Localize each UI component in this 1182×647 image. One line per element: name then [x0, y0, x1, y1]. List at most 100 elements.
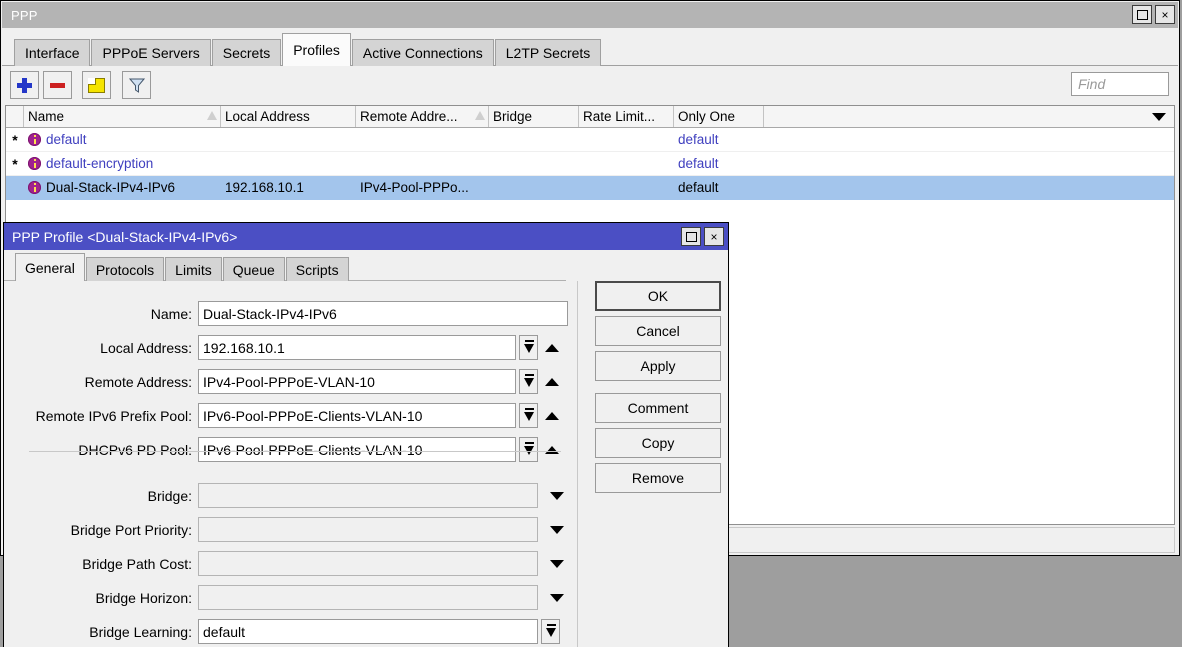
tab-pppoe-servers[interactable]: PPPoE Servers	[91, 39, 210, 66]
bridge-learning-dropdown-button[interactable]	[541, 619, 560, 644]
column-header-flag[interactable]	[6, 106, 24, 127]
field-dhcpv6-pd-pool: DHCPv6 PD Pool: IPv6-Pool-PPPoE-Clients-…	[12, 437, 562, 462]
dialog-title: PPP Profile <Dual-Stack-IPv4-IPv6>	[4, 229, 237, 245]
maximize-icon[interactable]	[681, 227, 701, 246]
remote-address-dropdown-button[interactable]	[519, 369, 538, 394]
general-form: Name: Dual-Stack-IPv4-IPv6 Local Address…	[12, 281, 578, 647]
tab-interface[interactable]: Interface	[14, 39, 90, 66]
column-header-name[interactable]: Name	[24, 106, 221, 127]
dialog-window-controls: ×	[681, 227, 724, 246]
table-row[interactable]: * default default	[6, 128, 1174, 152]
tab-secrets[interactable]: Secrets	[212, 39, 281, 66]
field-bridge-learning-label: Bridge Learning:	[12, 624, 198, 640]
maximize-icon[interactable]	[1132, 5, 1152, 24]
local-address-input[interactable]: 192.168.10.1	[198, 335, 516, 360]
row-spacer	[764, 176, 1174, 199]
bridge-horizon-input[interactable]	[198, 585, 538, 610]
tab-active-connections[interactable]: Active Connections	[352, 39, 494, 66]
field-bridge: Bridge:	[12, 483, 570, 508]
bridge-port-priority-dropdown-button[interactable]	[544, 517, 570, 542]
search-placeholder: Find	[1072, 76, 1105, 92]
field-name: Name: Dual-Stack-IPv4-IPv6	[12, 301, 568, 326]
field-bridge-horizon: Bridge Horizon:	[12, 585, 570, 610]
column-header-remote-address-label: Remote Addre...	[360, 109, 458, 124]
row-only-one: default	[674, 128, 764, 151]
row-bridge	[489, 176, 579, 199]
bridge-horizon-dropdown-button[interactable]	[544, 585, 570, 610]
filter-button[interactable]	[122, 71, 151, 99]
ok-button[interactable]: OK	[595, 281, 721, 311]
copy-button[interactable]: Copy	[595, 428, 721, 458]
search-input[interactable]: Find	[1071, 72, 1169, 96]
row-name-label: default	[46, 132, 87, 147]
remove-button[interactable]	[43, 71, 72, 99]
comment-button[interactable]: Comment	[595, 393, 721, 423]
apply-button[interactable]: Apply	[595, 351, 721, 381]
row-bridge	[489, 128, 579, 151]
bridge-input[interactable]	[198, 483, 538, 508]
field-local-address-label: Local Address:	[12, 340, 198, 356]
column-header-remote-address[interactable]: Remote Addre...	[356, 106, 489, 127]
row-rate-limit	[579, 152, 674, 175]
row-name-label: default-encryption	[46, 156, 153, 171]
comment-button[interactable]	[82, 71, 111, 99]
local-address-expand-icon[interactable]	[542, 335, 562, 360]
column-header-only-one-label: Only One	[678, 109, 735, 124]
dhcpv6-pd-pool-input[interactable]: IPv6-Pool-PPPoE-Clients-VLAN-10	[198, 437, 516, 462]
column-header-bridge[interactable]: Bridge	[489, 106, 579, 127]
column-header-local-address[interactable]: Local Address	[221, 106, 356, 127]
remote-address-expand-icon[interactable]	[542, 369, 562, 394]
bridge-path-cost-input[interactable]	[198, 551, 538, 576]
row-name: default	[24, 128, 221, 151]
bridge-learning-input[interactable]: default	[198, 619, 538, 644]
cancel-button[interactable]: Cancel	[595, 316, 721, 346]
tab-protocols[interactable]: Protocols	[86, 257, 164, 281]
table-row[interactable]: Dual-Stack-IPv4-IPv6 192.168.10.1 IPv4-P…	[6, 176, 1174, 200]
dhcpv6-pd-pool-dropdown-button[interactable]	[519, 437, 538, 462]
form-divider	[29, 451, 561, 452]
close-icon[interactable]: ×	[1155, 5, 1175, 24]
tab-l2tp-secrets[interactable]: L2TP Secrets	[495, 39, 602, 66]
row-only-one: default	[674, 152, 764, 175]
close-icon[interactable]: ×	[704, 227, 724, 246]
row-bridge	[489, 152, 579, 175]
column-header-rate-limit[interactable]: Rate Limit...	[579, 106, 674, 127]
column-header-only-one[interactable]: Only One	[674, 106, 764, 127]
column-header-rate-limit-label: Rate Limit...	[583, 109, 655, 124]
row-remote-address	[356, 128, 489, 151]
local-address-dropdown-button[interactable]	[519, 335, 538, 360]
row-remote-address: IPv4-Pool-PPPo...	[356, 176, 489, 199]
column-chooser-button[interactable]	[1140, 106, 1174, 127]
minus-icon	[50, 83, 65, 88]
remote-ipv6-prefix-pool-input[interactable]: IPv6-Pool-PPPoE-Clients-VLAN-10	[198, 403, 516, 428]
tab-queue[interactable]: Queue	[223, 257, 285, 281]
field-remote-address-label: Remote Address:	[12, 374, 198, 390]
ppp-tab-bar: Interface PPPoE Servers Secrets Profiles…	[2, 29, 1178, 66]
bridge-port-priority-input[interactable]	[198, 517, 538, 542]
row-name-label: Dual-Stack-IPv4-IPv6	[46, 180, 175, 195]
tab-limits[interactable]: Limits	[165, 257, 222, 281]
bridge-dropdown-button[interactable]	[544, 483, 570, 508]
remove-button[interactable]: Remove	[595, 463, 721, 493]
table-row[interactable]: * default-encryption default	[6, 152, 1174, 176]
tab-profiles[interactable]: Profiles	[282, 33, 351, 66]
info-icon	[28, 133, 41, 146]
field-bridge-path-cost-label: Bridge Path Cost:	[12, 556, 198, 572]
field-remote-address: Remote Address: IPv4-Pool-PPPoE-VLAN-10	[12, 369, 562, 394]
name-input[interactable]: Dual-Stack-IPv4-IPv6	[198, 301, 568, 326]
field-bridge-path-cost: Bridge Path Cost:	[12, 551, 570, 576]
remote-ipv6-prefix-pool-dropdown-button[interactable]	[519, 403, 538, 428]
dhcpv6-pd-pool-expand-icon[interactable]	[542, 437, 562, 462]
sort-ascending-icon	[475, 111, 485, 120]
sort-ascending-icon	[207, 111, 217, 120]
row-spacer	[764, 152, 1174, 175]
tab-scripts[interactable]: Scripts	[286, 257, 349, 281]
bridge-path-cost-dropdown-button[interactable]	[544, 551, 570, 576]
dialog-button-panel: OK Cancel Apply Comment Copy Remove	[595, 281, 721, 498]
column-header-bridge-label: Bridge	[493, 109, 532, 124]
tab-general[interactable]: General	[15, 253, 85, 281]
remote-address-input[interactable]: IPv4-Pool-PPPoE-VLAN-10	[198, 369, 516, 394]
remote-ipv6-prefix-pool-expand-icon[interactable]	[542, 403, 562, 428]
add-button[interactable]	[10, 71, 39, 99]
ppp-window-title: PPP	[2, 8, 38, 23]
